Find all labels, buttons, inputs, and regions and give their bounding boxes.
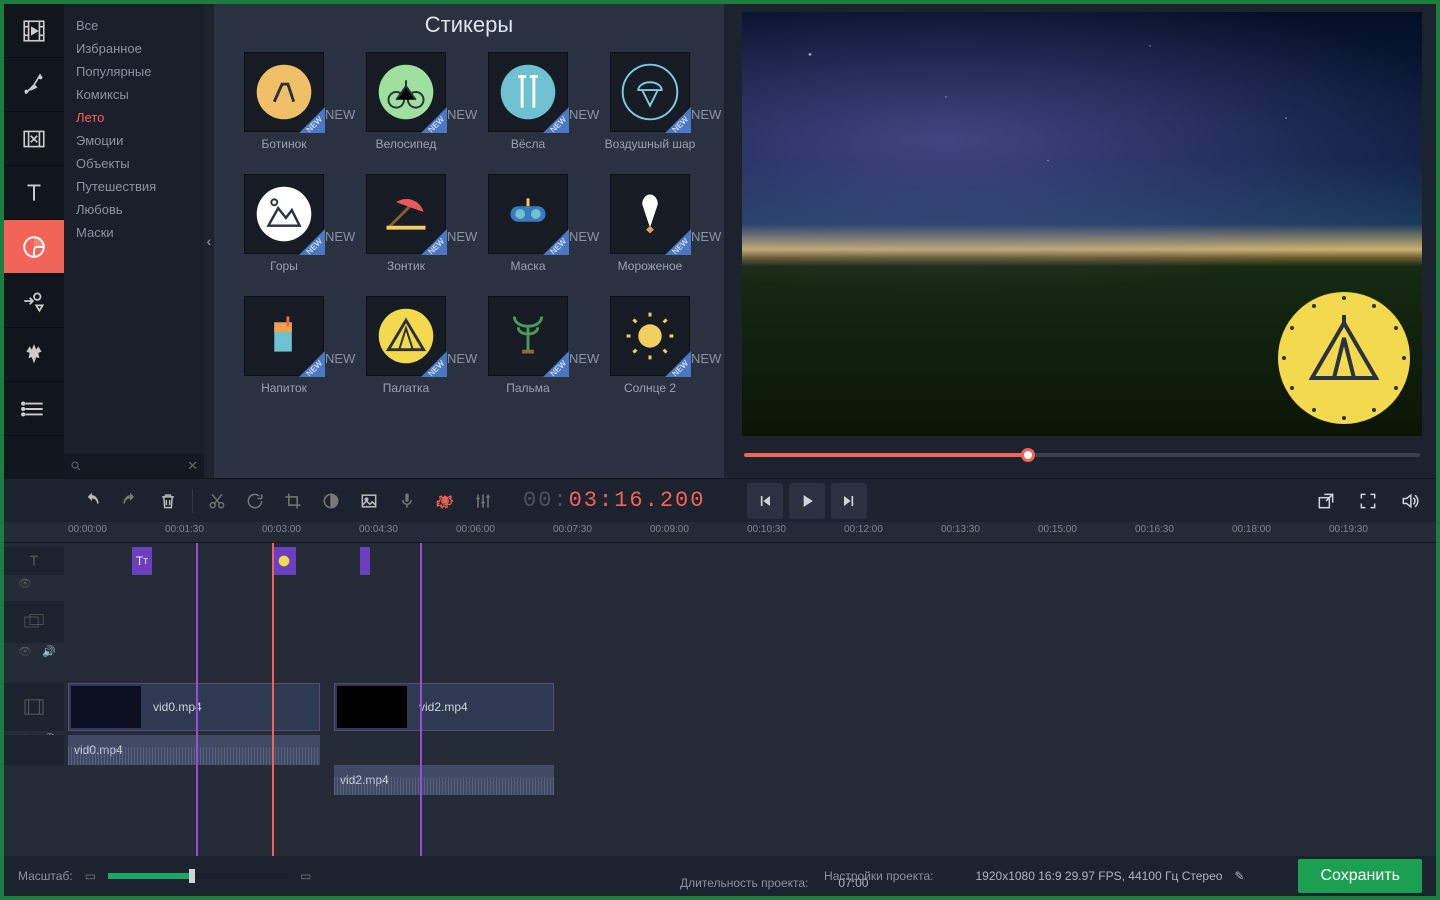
panel-divider[interactable]: ‹ xyxy=(204,4,214,478)
panel-title: Стикеры xyxy=(232,12,706,38)
delete-button[interactable] xyxy=(150,483,186,519)
video-clip-0[interactable]: vid0.mp4 xyxy=(68,683,320,731)
project-duration-value: 07:00 xyxy=(838,876,868,890)
tool-filters[interactable] xyxy=(4,58,64,112)
sticker-2[interactable]: NEWВёсла xyxy=(476,52,580,164)
undo-button[interactable] xyxy=(74,483,110,519)
color-button[interactable] xyxy=(313,483,349,519)
cat-travel[interactable]: Путешествия xyxy=(64,175,204,198)
clear-icon[interactable]: ✕ xyxy=(187,458,198,474)
equalizer-button[interactable] xyxy=(465,483,501,519)
sticker-1[interactable]: NEWВелосипед xyxy=(354,52,458,164)
sticker-5[interactable]: NEWЗонтик xyxy=(354,174,458,286)
zoom-label: Масштаб: xyxy=(18,869,73,883)
cat-comics[interactable]: Комиксы xyxy=(64,83,204,106)
sticker-3[interactable]: NEWВоздушный шар xyxy=(598,52,702,164)
sticker-clip[interactable] xyxy=(272,547,296,575)
cat-summer[interactable]: Лето xyxy=(64,106,204,129)
timecode: 00:03:16.200 xyxy=(523,488,705,513)
tool-callouts[interactable] xyxy=(4,274,64,328)
crop-button[interactable] xyxy=(275,483,311,519)
settings-button[interactable] xyxy=(427,483,463,519)
fullscreen-button[interactable] xyxy=(1350,483,1386,519)
project-duration-label: Длительность проекта: xyxy=(680,876,808,890)
timeline[interactable]: TT 👁 👁🔊 vid0.mp4 vid2.mp4 👁🔊 vid0.mp4 vi… xyxy=(4,542,1436,856)
video-clip-2[interactable]: vid2.mp4 xyxy=(334,683,554,731)
cat-fav[interactable]: Избранное xyxy=(64,37,204,60)
visibility-icon[interactable]: 👁 xyxy=(18,577,32,590)
visibility-icon[interactable]: 👁 xyxy=(18,645,32,658)
track-video-header[interactable] xyxy=(4,683,64,731)
track-overlay-header[interactable] xyxy=(4,601,64,643)
preview-panel xyxy=(738,4,1436,478)
sticker-10[interactable]: NEWПальма xyxy=(476,296,580,408)
cat-all[interactable]: Все xyxy=(64,14,204,37)
sticker-6[interactable]: NEWМаска xyxy=(476,174,580,286)
sticker-7[interactable]: NEWМороженое xyxy=(598,174,702,286)
play-button[interactable] xyxy=(789,483,825,519)
cat-emotions[interactable]: Эмоции xyxy=(64,129,204,152)
mute-icon[interactable]: 🔊 xyxy=(42,645,56,658)
category-list: Все Избранное Популярные Комиксы Лето Эм… xyxy=(64,4,204,478)
editor-toolbar: 00:03:16.200 xyxy=(4,478,1436,522)
popout-button[interactable] xyxy=(1308,483,1344,519)
prev-button[interactable] xyxy=(747,483,783,519)
sticker-overlay-tent[interactable] xyxy=(1274,288,1414,428)
category-search[interactable]: ✕ xyxy=(64,454,204,478)
playhead[interactable] xyxy=(272,543,274,856)
next-button[interactable] xyxy=(831,483,867,519)
sticker-9[interactable]: NEWПалатка xyxy=(354,296,458,408)
tool-sidebar xyxy=(4,4,64,478)
mic-button[interactable] xyxy=(389,483,425,519)
cat-love[interactable]: Любовь xyxy=(64,198,204,221)
title-clip-2[interactable] xyxy=(360,547,370,575)
sticker-4[interactable]: NEWГоры xyxy=(232,174,336,286)
chevron-left-icon: ‹ xyxy=(207,233,212,249)
tool-animation[interactable] xyxy=(4,328,64,382)
project-settings-value: 1920x1080 16:9 29.97 FPS, 44100 Гц Стере… xyxy=(976,869,1223,883)
redo-button[interactable] xyxy=(112,483,148,519)
sticker-0[interactable]: NEWБотинок xyxy=(232,52,336,164)
audio-clip-0[interactable]: vid0.mp4 xyxy=(68,735,320,765)
title-clip[interactable]: TT xyxy=(132,547,152,575)
zoom-out-icon[interactable]: ▭ xyxy=(85,869,96,883)
zoom-slider[interactable] xyxy=(108,873,288,879)
tool-more[interactable] xyxy=(4,382,64,436)
stickers-panel: Стикеры NEWБотинокNEWВелосипедNEWВёслаNE… xyxy=(214,4,724,478)
image-button[interactable] xyxy=(351,483,387,519)
zoom-in-icon[interactable]: ▭ xyxy=(300,869,311,883)
tool-media[interactable] xyxy=(4,4,64,58)
tool-titles[interactable] xyxy=(4,166,64,220)
timeline-ruler[interactable]: 00:00:0000:01:3000:03:0000:04:3000:06:00… xyxy=(4,522,1436,542)
preview-viewport[interactable] xyxy=(742,12,1422,436)
preview-seek-slider[interactable] xyxy=(744,446,1420,464)
volume-button[interactable] xyxy=(1392,483,1428,519)
edit-settings-icon[interactable]: ✎ xyxy=(1234,869,1244,883)
audio-clip-2[interactable]: vid2.mp4 xyxy=(334,765,554,795)
cat-pop[interactable]: Популярные xyxy=(64,60,204,83)
tool-stickers[interactable] xyxy=(4,220,64,274)
sticker-8[interactable]: NEWНапиток xyxy=(232,296,336,408)
cat-objects[interactable]: Объекты xyxy=(64,152,204,175)
rotate-button[interactable] xyxy=(237,483,273,519)
sticker-11[interactable]: NEWСолнце 2 xyxy=(598,296,702,408)
search-icon xyxy=(70,460,82,472)
track-titles-header[interactable] xyxy=(4,547,64,575)
cat-masks[interactable]: Маски xyxy=(64,221,204,244)
cut-button[interactable] xyxy=(199,483,235,519)
save-button[interactable]: Сохранить xyxy=(1298,859,1422,893)
tool-transitions[interactable] xyxy=(4,112,64,166)
